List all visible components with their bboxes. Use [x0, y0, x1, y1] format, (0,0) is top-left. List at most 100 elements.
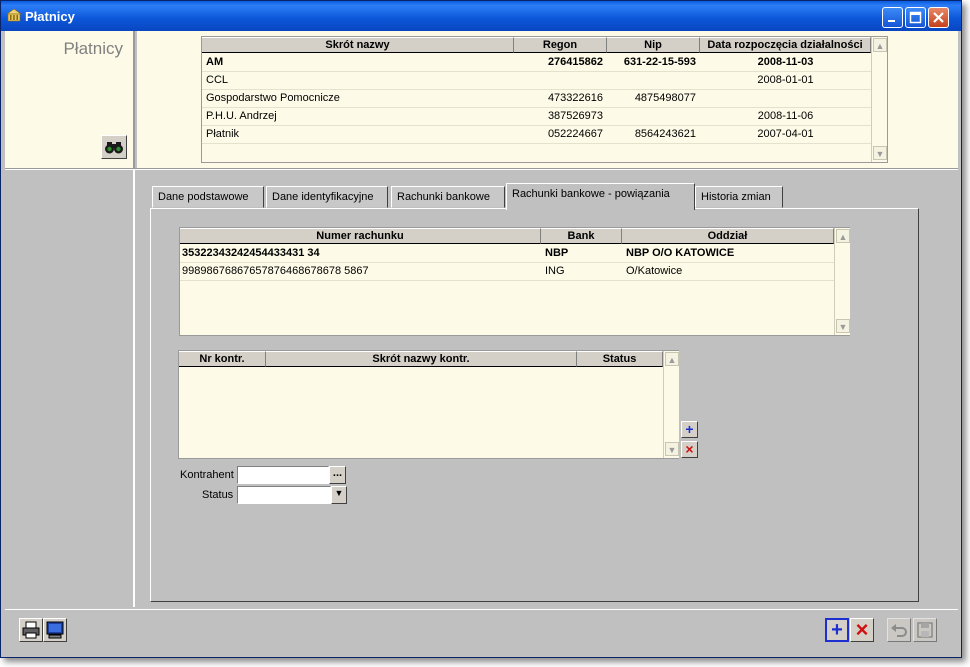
scroll-up-icon[interactable]: ▲: [665, 352, 679, 366]
cell-regon: [514, 72, 607, 89]
scroll-down-icon[interactable]: ▼: [665, 442, 679, 456]
contractor-field[interactable]: [237, 466, 329, 484]
cell-account-number: 99898676867657876468678678 5867: [182, 265, 369, 277]
save-icon: [917, 622, 933, 638]
left-panel: [5, 170, 135, 607]
cell-name: P.H.U. Andrzej: [206, 110, 277, 122]
print-button[interactable]: [19, 618, 43, 642]
undo-icon: [891, 624, 907, 637]
column-header-contractor-number[interactable]: Nr kontr.: [179, 351, 266, 367]
building-icon: [7, 9, 21, 22]
plus-icon: +: [685, 421, 694, 437]
tab-change-history[interactable]: Historia zmian: [695, 186, 783, 208]
payers-scrollbar[interactable]: ▲ ▼: [871, 37, 887, 162]
minimize-icon: [888, 20, 895, 22]
cell-date: 2007-04-01: [757, 128, 814, 140]
column-header-contractor-name[interactable]: Skrót nazwy kontr.: [266, 351, 577, 367]
printer-icon: [22, 621, 40, 639]
accounts-table: Numer rachunku Bank Oddział 353223432424…: [179, 227, 850, 336]
ellipsis-icon: ...: [332, 467, 343, 479]
delete-icon: ×: [855, 617, 869, 642]
column-header-bank[interactable]: Bank: [541, 228, 622, 244]
cell-branch: NBP O/O KATOWICE: [626, 247, 735, 259]
tab-basic-data[interactable]: Dane podstawowe: [152, 186, 264, 208]
close-icon: [933, 12, 944, 23]
payers-panel: Skrót nazwy Regon Nip Data rozpoczęcia d…: [137, 31, 958, 168]
table-row[interactable]: 35322343242454433431 34 NBP NBP O/O KATO…: [180, 245, 834, 263]
sidebar-header: Płatnicy: [5, 31, 135, 168]
tab-identification-data[interactable]: Dane identyfikacyjne: [266, 186, 388, 208]
close-button[interactable]: [928, 7, 949, 28]
scroll-down-icon[interactable]: ▼: [836, 319, 850, 333]
cell-regon: 473322616: [547, 92, 603, 104]
table-row[interactable]: CCL 2008-01-01: [202, 72, 871, 90]
divider: [5, 168, 958, 170]
cell-nip: [607, 108, 700, 125]
bottom-toolbar: + ×: [5, 609, 958, 655]
delete-link-button[interactable]: ×: [681, 441, 698, 458]
monitor-icon: [46, 621, 64, 639]
column-header-account-number[interactable]: Numer rachunku: [180, 228, 541, 244]
table-row[interactable]: Płatnik 052224667 8564243621 2007-04-01: [202, 126, 871, 144]
cell-name: CCL: [206, 74, 229, 86]
cell-name: Płatnik: [206, 128, 240, 140]
payers-window: Płatnicy Płatnicy Skrót nazwy Regon Nip …: [0, 0, 962, 658]
delete-button[interactable]: ×: [850, 618, 874, 642]
add-button[interactable]: +: [825, 618, 849, 642]
maximize-button[interactable]: [905, 7, 926, 28]
tab-bank-accounts[interactable]: Rachunki bankowe: [391, 186, 505, 208]
cell-nip: 8564243621: [634, 128, 696, 140]
cell-bank: NBP: [545, 247, 569, 259]
section-title: Płatnicy: [63, 39, 123, 58]
plus-icon: +: [831, 619, 843, 641]
table-row[interactable]: P.H.U. Andrzej 387526973 2008-11-06: [202, 108, 871, 126]
status-label: Status: [202, 489, 234, 501]
table-row[interactable]: 99898676867657876468678678 5867 ING O/Ka…: [180, 263, 834, 281]
minimize-button[interactable]: [882, 7, 903, 28]
add-link-button[interactable]: +: [681, 421, 698, 438]
status-dropdown-button[interactable]: ▼: [331, 486, 347, 504]
cell-nip: 631-22-15-593: [623, 56, 696, 68]
cell-regon: 052224667: [547, 128, 603, 140]
preview-button[interactable]: [43, 618, 67, 642]
contractor-label: Kontrahent: [180, 469, 234, 481]
contractor-browse-button[interactable]: ...: [329, 466, 346, 484]
contractors-table: Nr kontr. Skrót nazwy kontr. Status ▲ ▼: [178, 350, 679, 459]
status-select[interactable]: [237, 486, 331, 504]
contractors-scrollbar[interactable]: ▲ ▼: [663, 351, 679, 458]
cell-date: 2008-11-03: [757, 56, 814, 68]
window-title: Płatnicy: [25, 9, 75, 24]
chevron-down-icon: ▼: [334, 488, 344, 498]
cell-name: Gospodarstwo Pomocnicze: [206, 92, 340, 104]
table-row[interactable]: Gospodarstwo Pomocnicze 473322616 487549…: [202, 90, 871, 108]
title-bar[interactable]: Płatnicy: [1, 1, 961, 31]
column-header-nip[interactable]: Nip: [607, 37, 700, 53]
column-header-start-date[interactable]: Data rozpoczęcia działalności: [700, 37, 871, 53]
cell-name: AM: [206, 56, 224, 68]
table-row[interactable]: AM 276415862 631-22-15-593 2008-11-03: [202, 54, 871, 72]
save-button[interactable]: [913, 618, 937, 642]
scroll-down-icon[interactable]: ▼: [873, 146, 887, 160]
cell-nip: [607, 72, 700, 89]
tab-bank-accounts-links[interactable]: Rachunki bankowe - powiązania: [506, 183, 695, 210]
maximize-icon: [909, 11, 922, 24]
accounts-scrollbar[interactable]: ▲ ▼: [834, 228, 850, 335]
cell-bank: ING: [545, 265, 565, 277]
tab-panel: Numer rachunku Bank Oddział 353223432424…: [150, 208, 919, 602]
column-header-name[interactable]: Skrót nazwy: [202, 37, 514, 53]
column-header-branch[interactable]: Oddział: [622, 228, 834, 244]
cell-account-number: 35322343242454433431 34: [182, 247, 320, 259]
delete-icon: ×: [685, 441, 694, 457]
scroll-up-icon[interactable]: ▲: [836, 229, 850, 243]
payers-table: Skrót nazwy Regon Nip Data rozpoczęcia d…: [201, 36, 888, 163]
cell-date: [700, 90, 871, 107]
undo-button[interactable]: [887, 618, 911, 642]
column-header-regon[interactable]: Regon: [514, 37, 607, 53]
cell-nip: 4875498077: [634, 92, 696, 104]
binoculars-icon: [105, 142, 123, 154]
scroll-up-icon[interactable]: ▲: [873, 38, 887, 52]
column-header-status[interactable]: Status: [577, 351, 663, 367]
cell-date: 2008-11-06: [757, 110, 814, 122]
cell-branch: O/Katowice: [626, 265, 683, 277]
search-button[interactable]: [101, 135, 127, 159]
